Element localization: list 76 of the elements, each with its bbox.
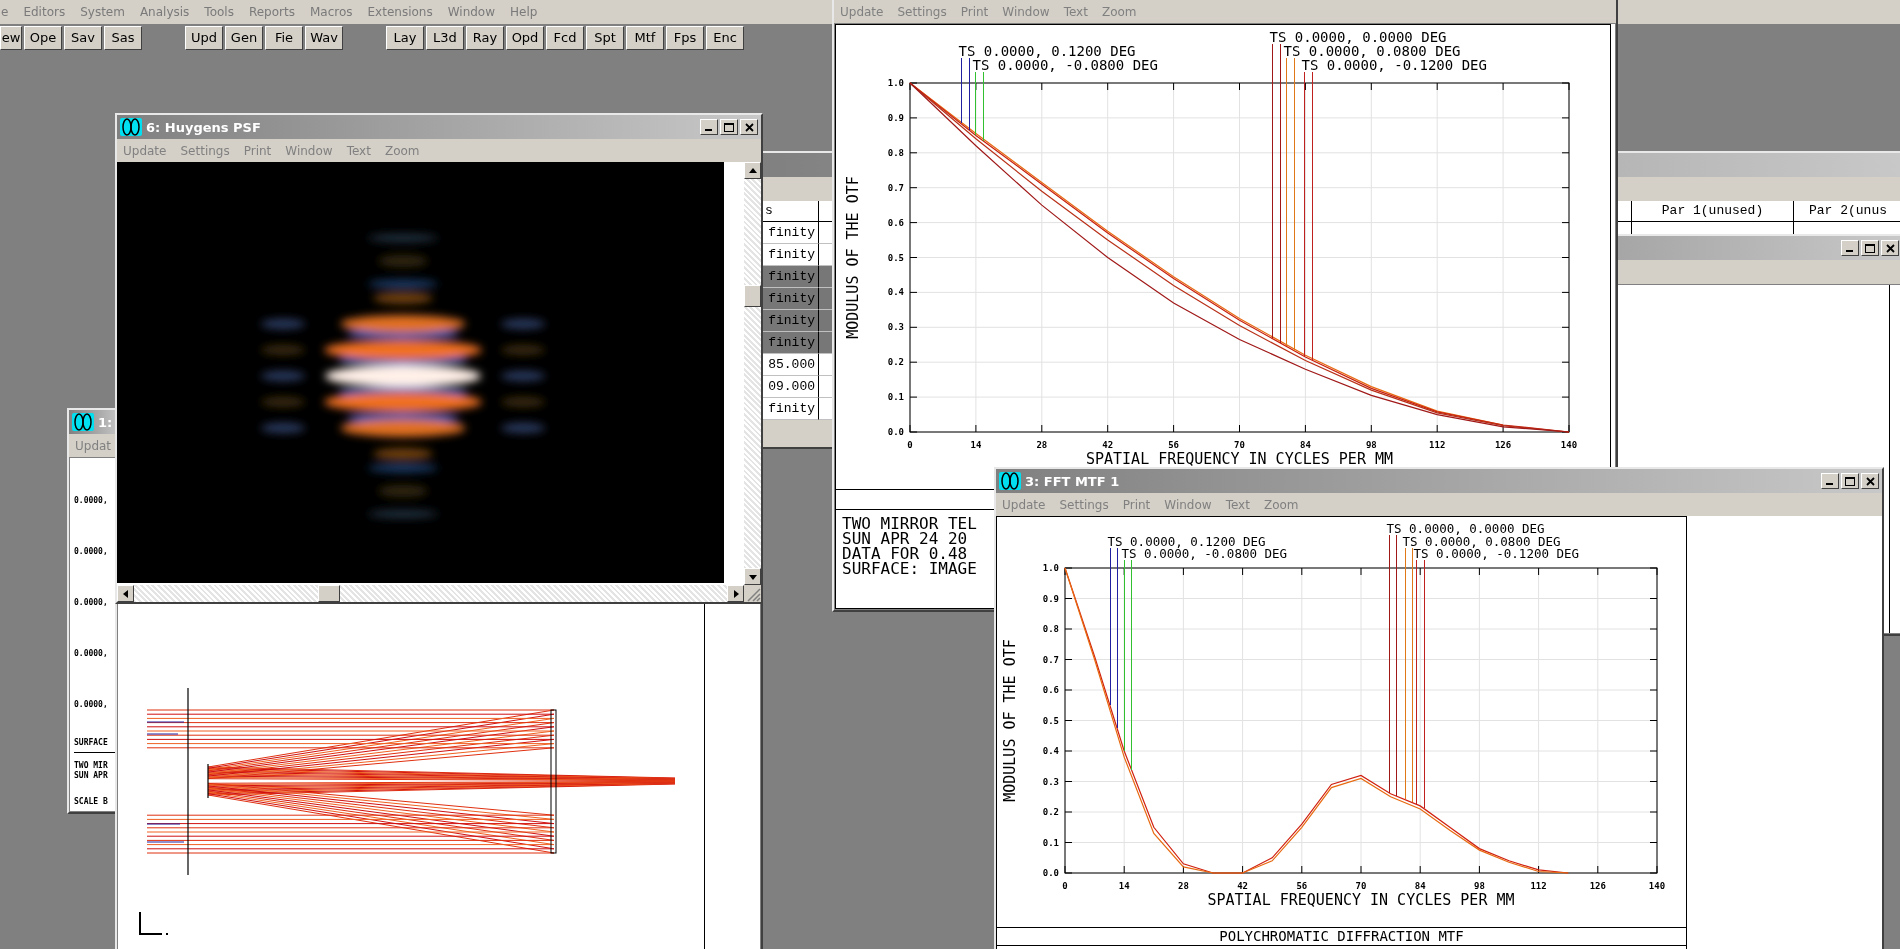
legend-label: TS 0.0000, -0.1200 DEG [1301,57,1487,73]
tick-label: 0.3 [1042,776,1059,787]
tick-label: 0.1 [1042,837,1059,848]
tick-label: 0.0 [1042,868,1059,878]
axis-title: MODULUS OF THE OTF [844,176,862,339]
tick-label: 1.0 [887,78,904,88]
tick-label: 0.7 [887,182,904,193]
chart-caption: POLYCHROMATIC DIFFRACTION MTF [997,927,1686,946]
tick-label: 0.1 [887,392,904,403]
column-header: s [762,201,819,222]
tick-label: 84 [1414,881,1426,891]
tick-label: 70 [1234,440,1245,450]
tick-label: 0.9 [887,112,904,123]
info-text: TWO MIR [74,761,109,771]
scale-label: SCALE B [74,797,109,807]
tick-label: 28 [1178,881,1189,891]
tick-label: 112 [1530,881,1547,891]
tick-label: 28 [1036,440,1048,450]
field-label: 0.0000, [74,547,109,557]
tick-label: 42 [1102,440,1114,450]
legend-label: TS 0.0000, 0.1200 DEG [1107,533,1266,549]
info-text: SURFACE: IMAGE [842,561,977,576]
legend-label: TS 0.0000, 0.0800 DEG [1283,43,1461,59]
tick-label: 98 [1474,881,1485,891]
field-label: 0.0000, [74,700,109,710]
tick-label: 42 [1237,881,1248,891]
tick-label: 70 [1355,881,1367,891]
legend-label: TS 0.0000, 0.0000 DEG [1269,29,1447,45]
legend-label: TS 0.0000, 0.0000 DEG [1386,521,1545,536]
info-text: TWO MIRROR TEL [842,516,977,531]
legend-label: TS 0.0000, -0.1200 DEG [1413,546,1580,561]
window-title: 6: Huygens PSF [146,119,261,135]
tick-label: 140 [1648,881,1666,891]
window-title: 1: [98,414,113,430]
tick-label: 1.0 [1042,563,1059,573]
column-header: Par 1(unused) [1632,201,1794,222]
tick-label: 56 [1296,881,1308,891]
tick-label: 56 [1168,440,1179,450]
legend-label: TS 0.0000, -0.0800 DEG [1121,546,1288,561]
tick-label: 0.6 [887,217,904,228]
tick-label: 0.7 [1042,654,1059,665]
info-text: SUN APR 24 20 [842,531,968,546]
tick-label: 84 [1300,440,1311,450]
tick-label: 0.2 [1042,807,1059,817]
tick-label: 98 [1365,440,1377,450]
info-text: DATA FOR 0.48 [842,546,968,561]
tick-label: 0 [1062,881,1068,891]
field-label: 0.0000, [74,598,109,608]
tick-label: 14 [970,440,982,450]
tick-label: 126 [1589,881,1606,891]
tick-label: 0.2 [887,357,904,368]
tick-label: 0.8 [887,147,904,158]
info-text: SUN APR [74,771,109,781]
tick-label: 0 [907,440,913,450]
tick-label: 112 [1429,440,1446,450]
tick-label: 0.6 [1042,685,1059,695]
legend-label: TS 0.0000, 0.1200 DEG [958,43,1136,59]
axis-title: SPATIAL FREQUENCY IN CYCLES PER MM [1086,450,1393,468]
tick-label: 0.0 [887,427,904,437]
surface-label: SURFACE [74,738,108,747]
tick-label: 0.4 [1042,746,1059,756]
tick-label: 0.5 [887,252,904,263]
tick-label: 14 [1118,881,1130,891]
axis-title: SPATIAL FREQUENCY IN CYCLES PER MM [1207,891,1515,909]
tick-label: 140 [1560,440,1578,450]
field-label: 0.0000, [74,496,109,506]
axis-title: MODULUS OF THE OTF [1001,639,1019,802]
window-title: 3: FFT MTF 1 [1025,473,1120,489]
tick-label: 0.8 [1042,624,1059,634]
tick-label: 0.9 [1042,593,1059,604]
tick-label: 0.4 [887,287,904,298]
tick-label: 0.3 [887,322,904,333]
legend-label: TS 0.0000, -0.0800 DEG [972,57,1158,73]
field-label: 0.0000, [74,649,109,659]
tick-label: 126 [1494,440,1512,450]
tick-label: 0.5 [1042,715,1059,726]
